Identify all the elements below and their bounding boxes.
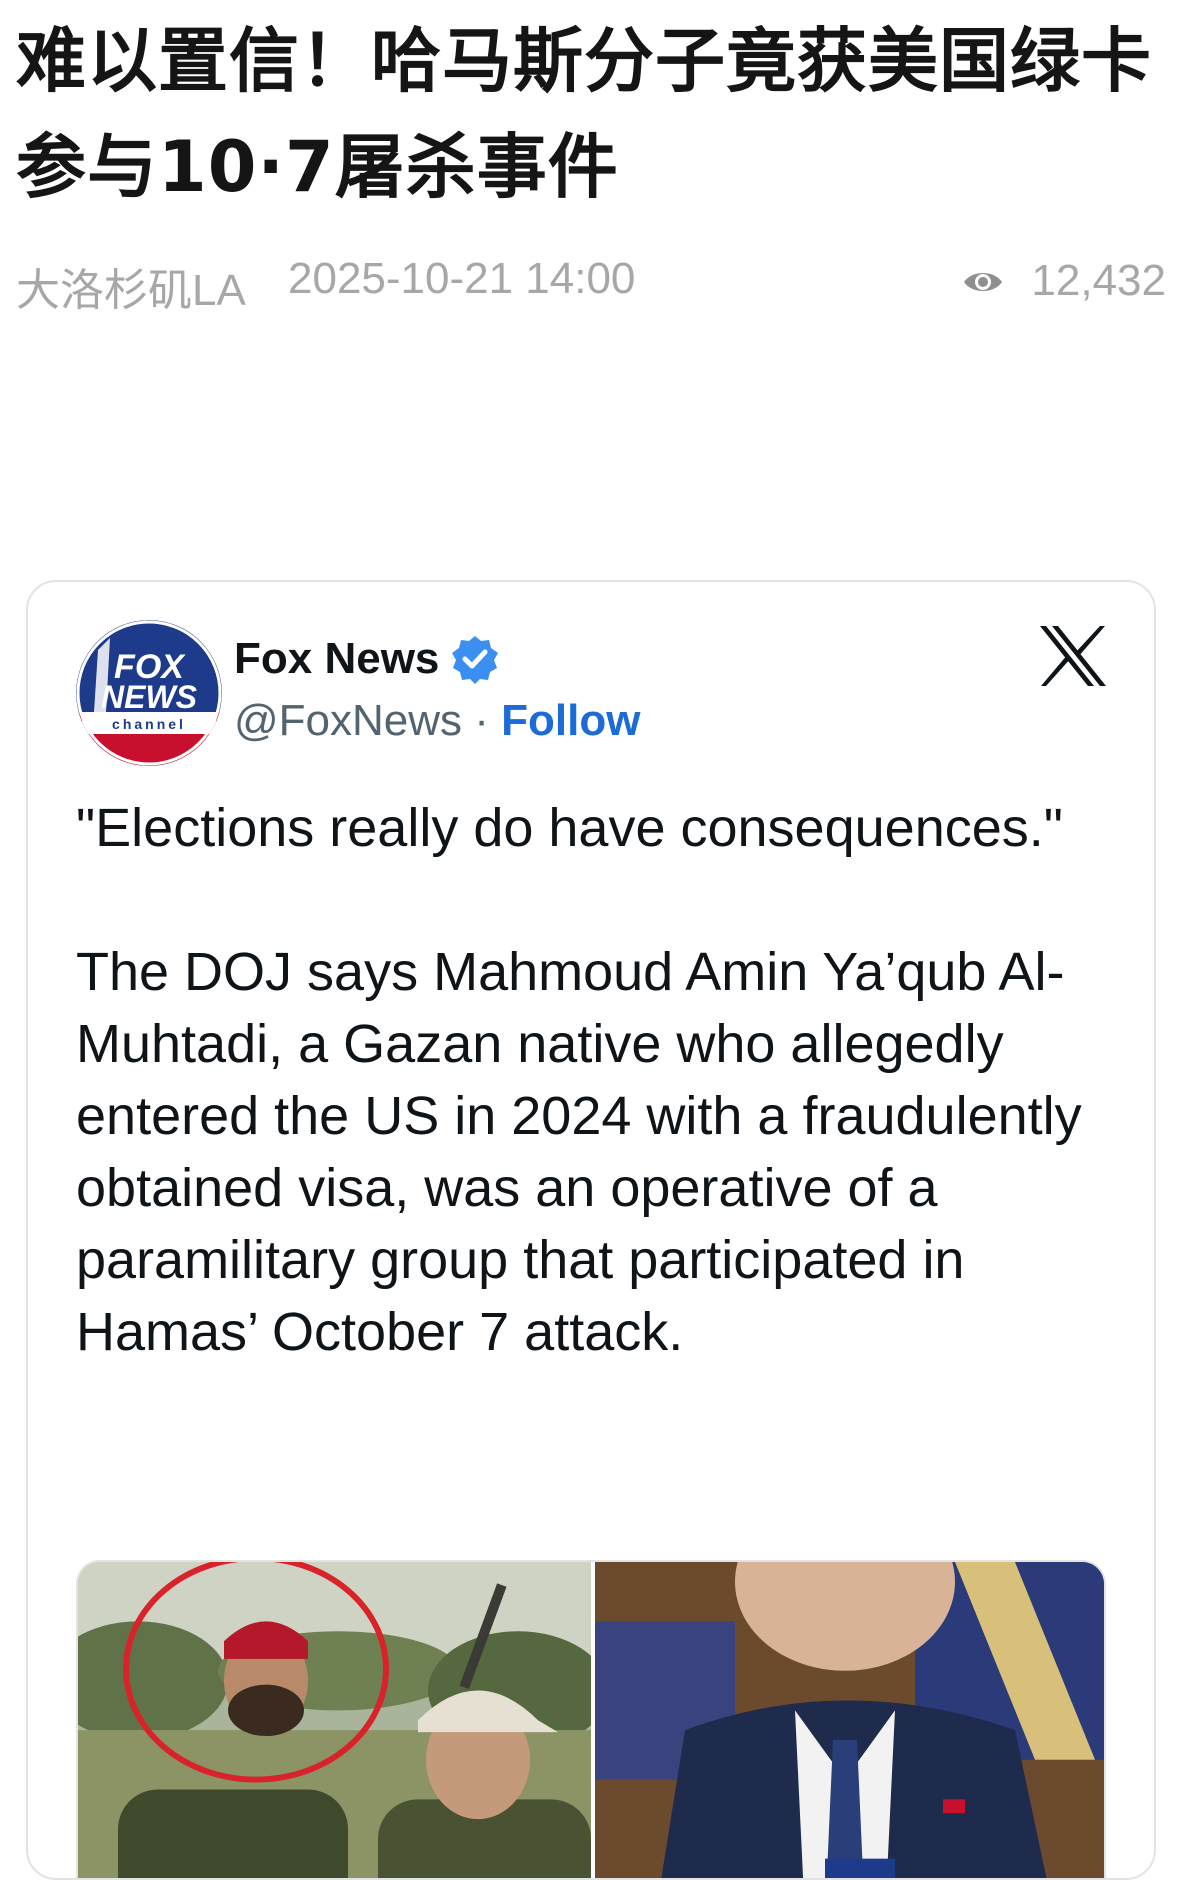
follow-button[interactable]: Follow xyxy=(501,696,640,745)
embedded-tweet-card[interactable]: FOX NEWS channel Fox News @FoxNews · Fol… xyxy=(26,580,1156,1880)
article-meta: 大洛杉矶LA 2025-10-21 14:00 12,432 xyxy=(16,254,1166,315)
eye-icon xyxy=(964,273,1002,291)
handle-separator: · xyxy=(462,696,502,745)
photo-militants[interactable] xyxy=(78,1562,591,1880)
tweet-quote: "Elections really do have consequences." xyxy=(76,798,1063,858)
handle-line: @FoxNews · Follow xyxy=(234,696,640,746)
tweet-body: The DOJ says Mahmoud Amin Ya’qub Al-Muht… xyxy=(76,942,1082,1362)
fox-news-logo-icon: FOX NEWS channel xyxy=(76,620,222,766)
author-name[interactable]: 大洛杉矶LA xyxy=(16,254,246,318)
svg-text:channel: channel xyxy=(112,716,186,732)
account-handle[interactable]: @FoxNews xyxy=(234,696,462,745)
svg-text:NEWS: NEWS xyxy=(101,679,198,715)
photo-speaker[interactable]: FOX xyxy=(595,1562,1106,1880)
article-title: 难以置信！哈马斯分子竟获美国绿卡 参与10·7屠杀事件 xyxy=(16,20,1152,208)
fox-news-avatar[interactable]: FOX NEWS channel xyxy=(76,620,222,766)
tweet-text: "Elections really do have consequences."… xyxy=(76,792,1116,1368)
view-count: 12,432 xyxy=(1031,256,1166,305)
x-logo-icon[interactable] xyxy=(1038,624,1108,688)
publish-date: 2025-10-21 14:00 xyxy=(288,254,636,303)
tweet-media-grid[interactable]: FOX xyxy=(76,1560,1106,1880)
verified-badge-icon xyxy=(452,636,498,684)
account-name[interactable]: Fox News xyxy=(234,634,439,684)
